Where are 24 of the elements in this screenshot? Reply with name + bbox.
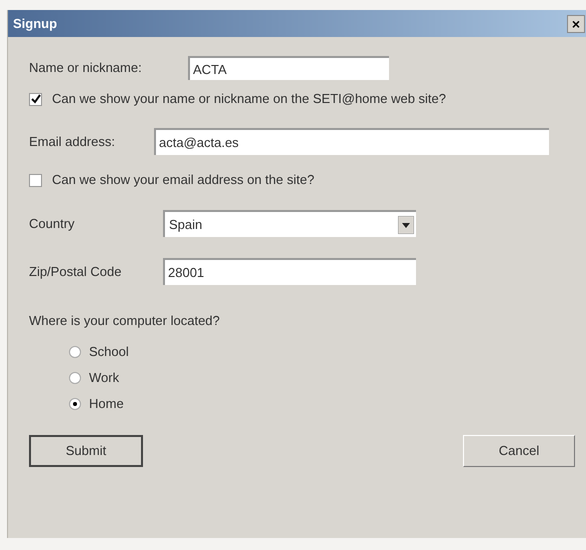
- radio-label: Work: [89, 368, 120, 387]
- input-field[interactable]: acta@acta.es: [154, 128, 549, 155]
- dropdown[interactable]: Spain: [163, 210, 416, 237]
- radio-button[interactable]: [69, 398, 81, 410]
- radio-button[interactable]: [69, 346, 81, 358]
- checkbox[interactable]: [29, 92, 42, 106]
- question-label: Where is your computer located?: [29, 312, 221, 330]
- checkbox[interactable]: [29, 174, 42, 186]
- field-label: Zip/Postal Code: [29, 262, 122, 281]
- window-title: Signup: [13, 14, 58, 33]
- field-label: Email address:: [29, 132, 116, 151]
- checkbox-label: Can we show your email address on the site?: [52, 171, 314, 190]
- dropdown-arrow-icon: [398, 216, 414, 234]
- submit-button[interactable]: Submit: [29, 434, 143, 466]
- cancel-button[interactable]: Cancel: [463, 434, 575, 466]
- input-field[interactable]: 28001: [163, 258, 416, 285]
- field-label: Name or nickname:: [29, 59, 143, 78]
- checkbox-label: Can we show your name or nickname on the SETI@home web site?: [52, 90, 446, 108]
- radio-label: School: [89, 342, 129, 361]
- input-field[interactable]: ACTA: [188, 56, 389, 80]
- radio-button[interactable]: [69, 372, 81, 384]
- field-label: Country: [29, 214, 76, 233]
- radio-label: Home: [89, 394, 124, 413]
- close-button[interactable]: ×: [567, 14, 585, 32]
